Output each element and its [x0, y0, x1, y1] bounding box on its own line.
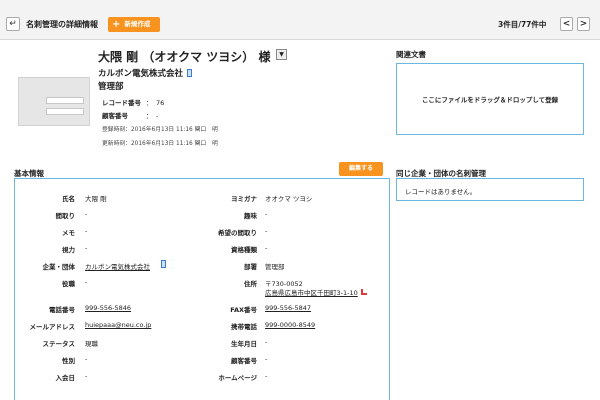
basic-info-panel: 氏名 大隈 剛間取り - メモ - 視力 - 企業・団体 カルボン電気株式会社役職 - 電話番号 99… — [14, 178, 390, 400]
top-bar: ↵ 名刺管理の詳細情報 + 新規作成 3件目/77件中 < > — [0, 0, 600, 40]
card-placeholder-bar — [46, 97, 84, 104]
department-name: 管理部 — [98, 82, 124, 92]
field-label-floor-plan: 間取り — [55, 212, 76, 220]
field-value-reading: オオクマ ツヨシ — [265, 195, 313, 203]
field-label-address: 住所 — [244, 280, 257, 288]
company-icon-wrap — [157, 260, 166, 269]
field-label-gender: 性別 — [62, 357, 75, 365]
field-value-position: - — [85, 278, 88, 286]
building-icon — [161, 260, 166, 268]
company-name: カルボン電気株式会社 — [98, 67, 193, 79]
map-pin-icon[interactable] — [360, 289, 367, 295]
field-value-vision: - — [85, 244, 88, 252]
file-dropzone[interactable]: ここにファイルをドラッグ＆ドロップして登録 — [396, 63, 584, 135]
card-placeholder-bar — [46, 108, 84, 115]
field-label-vision: 視力 — [62, 246, 75, 254]
field-label-homepage: ホームページ — [218, 374, 257, 382]
record-counter: 3件目/77件中 — [498, 20, 547, 29]
person-name: 大隈 剛 （オオクマ ツヨシ） 様 — [98, 50, 271, 64]
field-label-status: ステータス — [42, 340, 76, 348]
field-label-birthday: 生年月日 — [231, 340, 257, 348]
field-value-birthday: - — [265, 338, 268, 346]
business-card-image — [18, 77, 90, 126]
field-value-join-date: - — [85, 372, 88, 380]
field-label-desired-plan: 希望の間取り — [218, 229, 257, 237]
new-button[interactable]: + 新規作成 — [108, 17, 160, 32]
field-label-reading: ヨミガナ — [231, 195, 257, 203]
prev-button[interactable]: < — [560, 17, 573, 31]
field-label-customer-number: 顧客番号 — [231, 357, 257, 365]
field-label-email: メールアドレス — [29, 323, 76, 331]
page-title: 名刺管理の詳細情報 — [26, 20, 98, 29]
field-value-license: - — [265, 244, 268, 252]
dropzone-label: ここにファイルをドラッグ＆ドロップして登録 — [421, 96, 559, 104]
field-label-license: 資格種類 — [231, 246, 257, 254]
field-value-department: 管理部 — [265, 263, 285, 271]
field-label-join-date: 入会日 — [55, 374, 76, 382]
field-label-company: 企業・団体 — [42, 263, 76, 271]
field-label-phone: 電話番号 — [49, 306, 75, 314]
updated-time: 更新時刻：2016年6月13日 11:16 関口 明 — [102, 141, 218, 147]
record-number-sep: ： — [146, 99, 153, 107]
field-value-fax[interactable]: 999-556-5847 — [265, 304, 311, 312]
field-value-homepage: - — [265, 372, 268, 380]
field-value-phone[interactable]: 999-556-5846 — [85, 304, 131, 312]
field-label-name: 氏名 — [62, 195, 75, 203]
field-value-customer-number: - — [265, 355, 268, 363]
field-value-floor-plan: - — [85, 210, 88, 218]
field-value-desired-plan: - — [265, 227, 268, 235]
field-value-email[interactable]: huiepaaa@neu.co.jp — [85, 321, 151, 329]
field-value-name: 大隈 剛 — [85, 195, 107, 203]
record-number-row: レコード番号 ： 76 — [102, 97, 164, 107]
field-label-hobby: 趣味 — [244, 212, 257, 220]
field-label-fax: FAX番号 — [230, 306, 257, 314]
field-value-status: 現職 — [85, 340, 98, 348]
field-value-mobile[interactable]: 999-0000-8549 — [265, 321, 315, 329]
customer-number-sep: ： — [146, 112, 153, 120]
field-label-memo: メモ — [62, 229, 75, 237]
customer-number-row: 顧客番号 ： - — [102, 110, 158, 120]
field-label-department: 部署 — [244, 263, 257, 271]
related-docs-title: 関連文書 — [396, 50, 426, 59]
address-line[interactable]: 広島県広島市中区千田町3-1-10 — [265, 287, 367, 297]
field-value-gender: - — [85, 355, 88, 363]
address-text: 広島県広島市中区千田町3-1-10 — [265, 289, 358, 297]
field-label-position: 役職 — [62, 280, 75, 288]
next-button[interactable]: > — [577, 17, 590, 31]
record-number-value: 76 — [156, 99, 165, 107]
field-label-mobile: 携帯電話 — [231, 323, 257, 331]
field-value-hobby: - — [265, 210, 268, 218]
registered-time: 登録時刻：2016年6月13日 11:16 関口 明 — [102, 127, 218, 133]
edit-button[interactable]: 編集する — [339, 162, 383, 176]
field-value-memo: - — [85, 227, 88, 235]
plus-icon: + — [112, 19, 121, 30]
customer-number-label: 顧客番号 — [102, 112, 128, 120]
field-value-company[interactable]: カルボン電気株式会社 — [85, 261, 150, 271]
company-label: カルボン電気株式会社 — [98, 69, 184, 79]
same-company-panel: レコードはありません。 — [396, 178, 584, 201]
name-dropdown-icon[interactable]: ▼ — [276, 49, 287, 60]
record-number-label: レコード番号 — [102, 99, 141, 107]
customer-number-value: - — [156, 112, 159, 120]
back-icon[interactable]: ↵ — [6, 17, 20, 31]
new-button-label: 新規作成 — [124, 20, 151, 28]
building-icon — [187, 69, 193, 77]
same-company-empty: レコードはありません。 — [405, 188, 477, 196]
